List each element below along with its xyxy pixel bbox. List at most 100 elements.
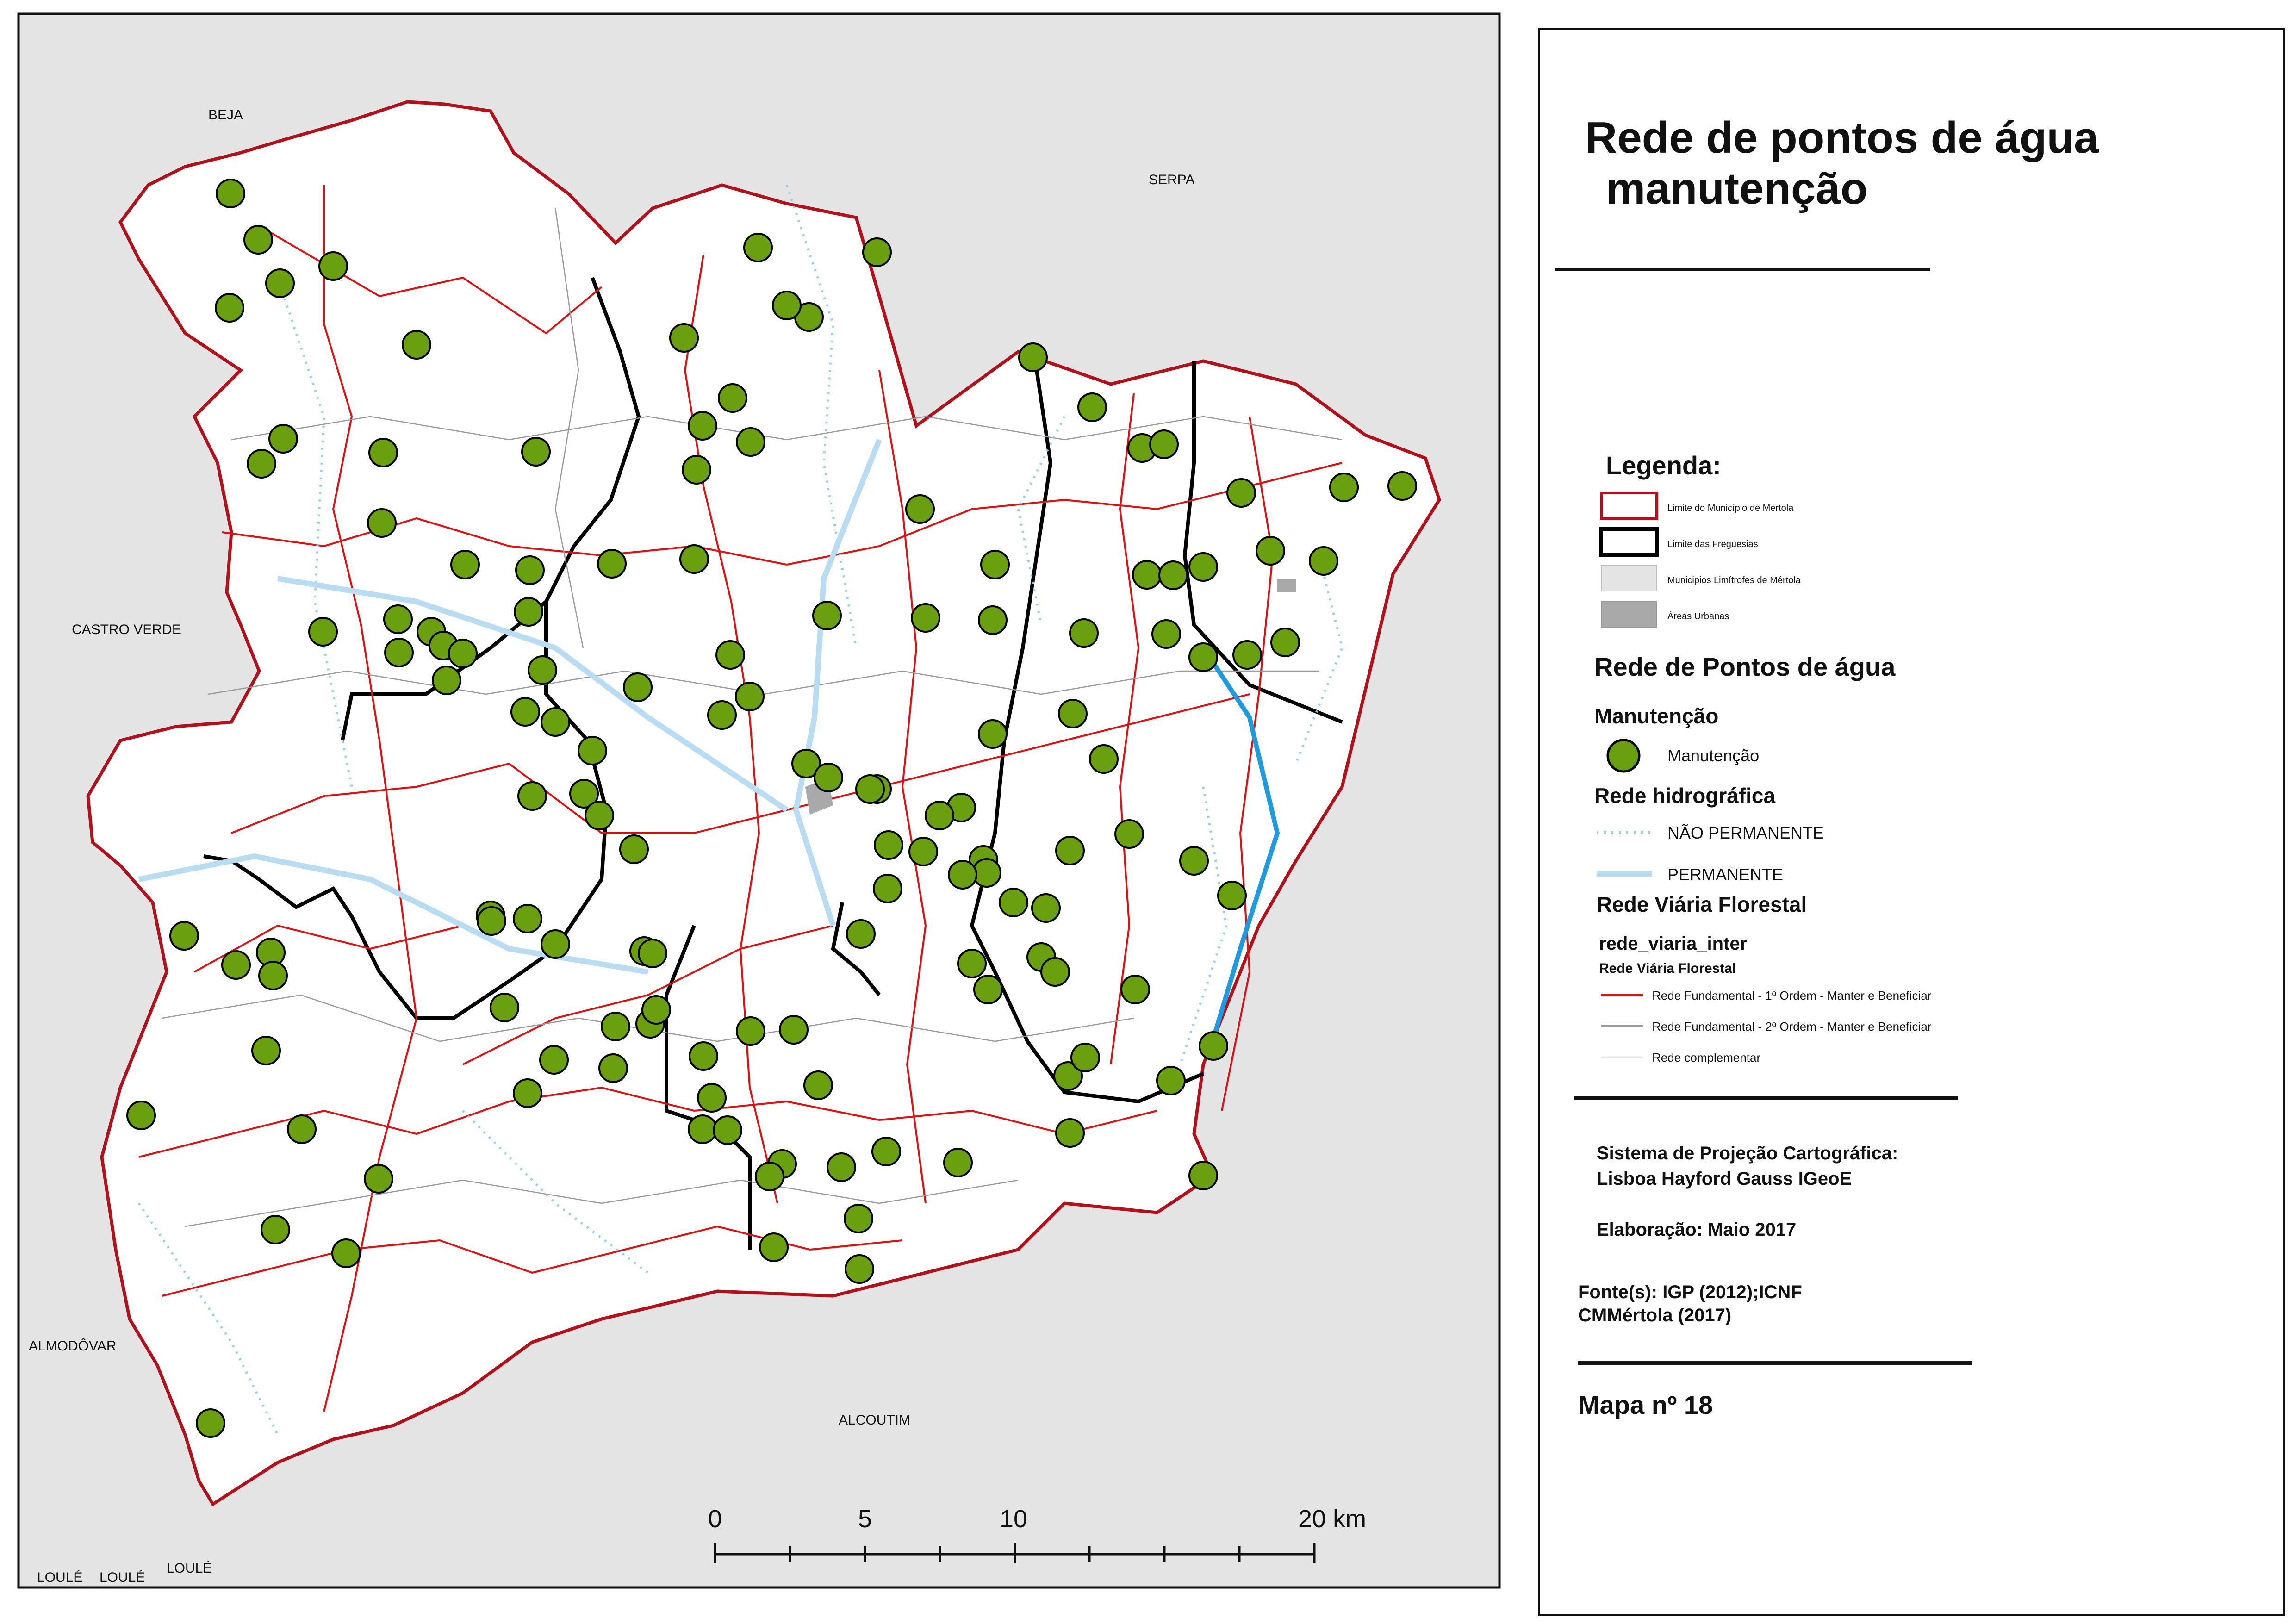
water-point-marker — [308, 617, 338, 647]
water-point-marker — [1077, 392, 1107, 422]
water-point-marker — [874, 830, 903, 860]
place-label-almodovar: ALMODÔVAR — [29, 1338, 116, 1354]
water-point-marker — [1179, 846, 1209, 876]
legend-swatch-parish — [1599, 527, 1659, 557]
water-point-marker — [779, 1015, 809, 1045]
water-point-marker — [718, 383, 747, 413]
map-title-line2: manutenção — [1606, 164, 1867, 213]
water-point-marker — [1031, 893, 1061, 923]
water-point-marker — [1151, 619, 1181, 649]
water-point-marker — [169, 921, 199, 951]
water-point-marker — [1188, 1161, 1218, 1190]
water-point-marker — [1156, 1066, 1186, 1095]
water-point-marker — [384, 638, 414, 667]
water-point-marker — [948, 860, 977, 890]
water-point-marker — [517, 781, 547, 811]
legend-label-road-primary: Rede Fundamental - 1º Ordem - Manter e B… — [1652, 989, 1932, 1002]
water-point-marker — [638, 939, 667, 968]
water-point-marker — [973, 975, 1003, 1004]
water-point-marker — [688, 411, 717, 441]
scale-label-10: 10 — [1000, 1505, 1027, 1533]
source-line1: Fonte(s): IGP (2012);ICNF — [1578, 1282, 1802, 1302]
legend-label-parish: Limite das Freguesias — [1667, 539, 1758, 549]
water-point-marker — [812, 601, 842, 630]
hydro-heading: Rede hidrográfica — [1594, 784, 1776, 808]
scale-label-0: 0 — [708, 1505, 722, 1533]
place-label-loule: LOULÉ — [100, 1570, 145, 1585]
water-point-marker — [432, 666, 461, 695]
water-point-marker — [999, 888, 1028, 917]
roads-sublayer-label: Rede Viária Florestal — [1599, 961, 1736, 976]
water-point-marker — [743, 233, 773, 262]
water-point-marker — [827, 1152, 856, 1182]
legend-panel — [1538, 28, 2285, 1616]
legend-symbol-point — [1606, 739, 1641, 773]
water-point-marker — [585, 801, 614, 830]
water-point-marker — [1256, 536, 1285, 566]
water-point-marker — [287, 1114, 317, 1144]
water-point-marker — [1055, 1118, 1085, 1148]
water-point-marker — [1309, 546, 1338, 576]
water-point-marker — [978, 719, 1008, 749]
legend-label-urban: Áreas Urbanas — [1667, 611, 1729, 622]
water-point-marker — [641, 995, 671, 1025]
water-point-marker — [477, 906, 506, 936]
water-point-marker — [1188, 552, 1218, 582]
water-point-marker — [707, 700, 737, 730]
water-point-marker — [364, 1164, 393, 1194]
place-label-serpa: SERPA — [1149, 172, 1194, 187]
water-point-marker — [1018, 342, 1048, 372]
water-point-marker — [669, 323, 699, 353]
water-point-marker — [251, 1036, 281, 1065]
place-label-castro-verde: CASTRO VERDE — [72, 622, 181, 637]
legend-label-neighbours: Municipios Limítrofes de Mértola — [1667, 575, 1801, 585]
maintenance-heading: Manutenção — [1594, 704, 1718, 728]
water-point-marker — [331, 1238, 361, 1268]
legend-label-road-complementary: Rede complementar — [1652, 1051, 1760, 1064]
water-point-marker — [682, 455, 711, 485]
water-point-marker — [755, 1162, 784, 1191]
water-point-marker — [1226, 478, 1256, 508]
water-point-marker — [1058, 699, 1088, 728]
water-point-marker — [515, 555, 545, 585]
water-point-marker — [597, 549, 627, 579]
water-point-marker — [541, 707, 570, 737]
roads-layer-label: rede_viaria_inter — [1599, 933, 1747, 954]
water-point-marker — [1069, 618, 1099, 648]
water-point-marker — [1120, 975, 1150, 1004]
water-point-marker — [1270, 628, 1300, 657]
water-point-marker — [1070, 1043, 1100, 1072]
water-point-marker — [216, 179, 245, 208]
map-sheet: BEJA SERPA CASTRO VERDE ALMODÔVAR ALCOUT… — [17, 12, 2285, 1616]
water-point-marker — [318, 251, 348, 281]
water-point-marker — [925, 801, 954, 830]
water-point-marker — [1387, 471, 1417, 501]
water-point-marker — [772, 291, 802, 320]
water-point-marker — [196, 1408, 225, 1438]
water-point-marker — [367, 508, 397, 538]
water-point-marker — [943, 1148, 973, 1177]
water-point-marker — [598, 1053, 628, 1083]
source-line2: CMMértola (2017) — [1578, 1305, 1731, 1325]
water-point-marker — [513, 1078, 542, 1108]
water-point-marker — [679, 544, 709, 574]
water-point-marker — [368, 438, 398, 467]
place-label-loule: LOULÉ — [37, 1570, 82, 1585]
legend-label-permanent: PERMANENTE — [1667, 865, 1783, 884]
water-point-marker — [905, 494, 935, 524]
place-label-beja: BEJA — [208, 107, 243, 123]
water-point-marker — [911, 603, 940, 633]
water-point-marker — [265, 268, 295, 298]
water-point-marker — [1089, 744, 1119, 774]
water-point-marker — [247, 449, 276, 479]
water-point-marker — [623, 672, 653, 702]
water-point-marker — [383, 604, 413, 634]
water-point-marker — [689, 1041, 718, 1071]
legend-heading: Legenda: — [1606, 451, 1721, 480]
water-point-marker — [713, 1115, 742, 1145]
legend-label-non-permanent: NÃO PERMANENTE — [1667, 823, 1824, 842]
water-point-marker — [871, 1137, 901, 1166]
place-label-alcoutim: ALCOUTIM — [839, 1412, 910, 1428]
legend-swatch-urban — [1601, 601, 1657, 628]
water-point-marker — [736, 1016, 765, 1046]
